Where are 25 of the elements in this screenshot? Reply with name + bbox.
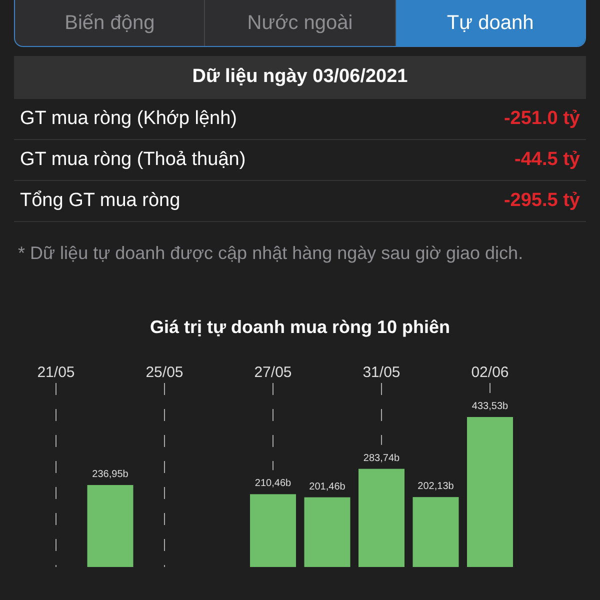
value-label: 283,74b [363,452,400,464]
value-label: 210,46b [254,478,292,490]
tab[interactable]: Biến động [15,0,206,46]
row-label: GT mua ròng (Thoả thuận) [20,148,246,172]
row-value: -295.5 tỷ [504,188,580,213]
grid-line [381,382,382,446]
axis-label: 27/05 [254,364,292,381]
row-label: GT mua ròng (Khớp lệnh) [20,106,237,131]
row-value: -44.5 tỷ [514,148,580,172]
value-label: 236,95b [92,469,128,480]
bar [304,497,350,567]
value-label: 433,53b [472,401,508,412]
value-label: 202,13b [418,481,454,492]
note-text: * Dữ liệu tự doanh được cập nhật hàng ngày sau giờ giao dịch. [18,242,524,265]
bar [412,497,459,567]
row-label: Tổng GT mua ròng [20,188,180,213]
axis-label: 02/06 [471,364,509,381]
chart-title: Giá trị tự doanh mua ròng 10 phiên [148,316,452,339]
axis-label: 31/05 [362,364,400,381]
axis-label: 21/05 [37,364,75,381]
value-label: 201,46b [309,481,346,492]
tab[interactable]: Tự doanh [396,0,585,46]
date-header: Dữ liệu ngày 03/06/2021 [14,56,586,99]
axis-label: 25/05 [146,364,184,381]
row-value: -251.0 tỷ [504,106,580,131]
